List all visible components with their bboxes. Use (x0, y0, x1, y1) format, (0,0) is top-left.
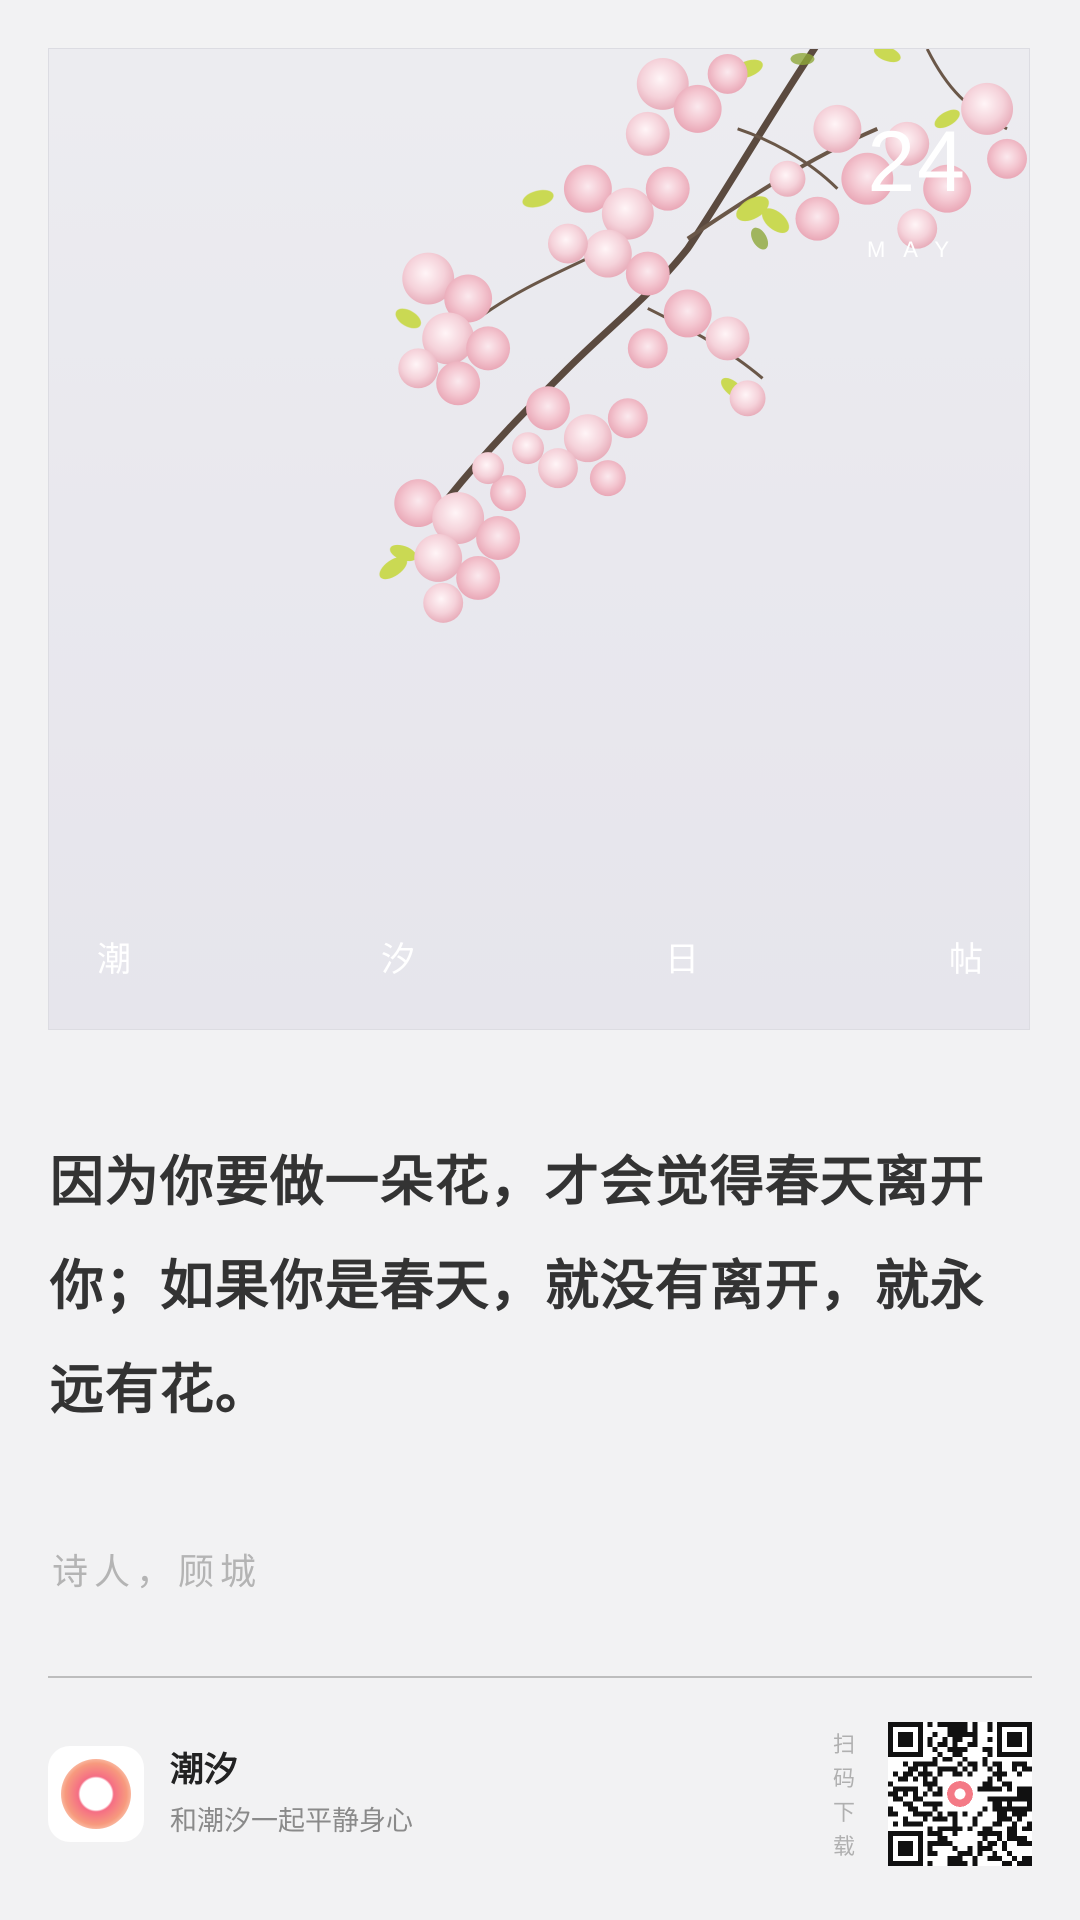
brand-char: 潮 (97, 940, 131, 980)
qr-code-icon[interactable] (888, 1722, 1032, 1866)
brand-char: 日 (665, 940, 699, 980)
date-month: MAY (866, 237, 967, 262)
scan-char: 码 (832, 1767, 855, 1792)
app-slogan: 和潮汐一起平静身心 (170, 1806, 413, 1837)
date-day: 24 (867, 114, 967, 210)
tide-ring-icon (48, 1746, 144, 1842)
brand-char: 汐 (381, 940, 415, 980)
scan-to-download-label: 扫 码 下 载 (832, 1732, 856, 1862)
app-name: 潮汐 (170, 1750, 238, 1790)
app-logo-ring (61, 1759, 131, 1829)
quote-author: 诗人，顾城 (52, 1552, 263, 1593)
scan-char: 扫 (832, 1733, 855, 1758)
scan-char: 下 (832, 1801, 855, 1826)
footer-divider (48, 1676, 1032, 1678)
daily-photo-card: 24 MAY 潮 汐 日 帖 (48, 48, 1030, 1030)
brand-char: 帖 (949, 940, 983, 980)
qr-code-pattern (888, 1722, 1032, 1866)
quote-text: 因为你要做一朵花，才会觉得春天离开你；如果你是春天，就没有离开，就永远有花。 (50, 1150, 985, 1421)
card-brand-watermark: 潮 汐 日 帖 (49, 943, 1029, 977)
scan-char: 载 (832, 1835, 855, 1860)
